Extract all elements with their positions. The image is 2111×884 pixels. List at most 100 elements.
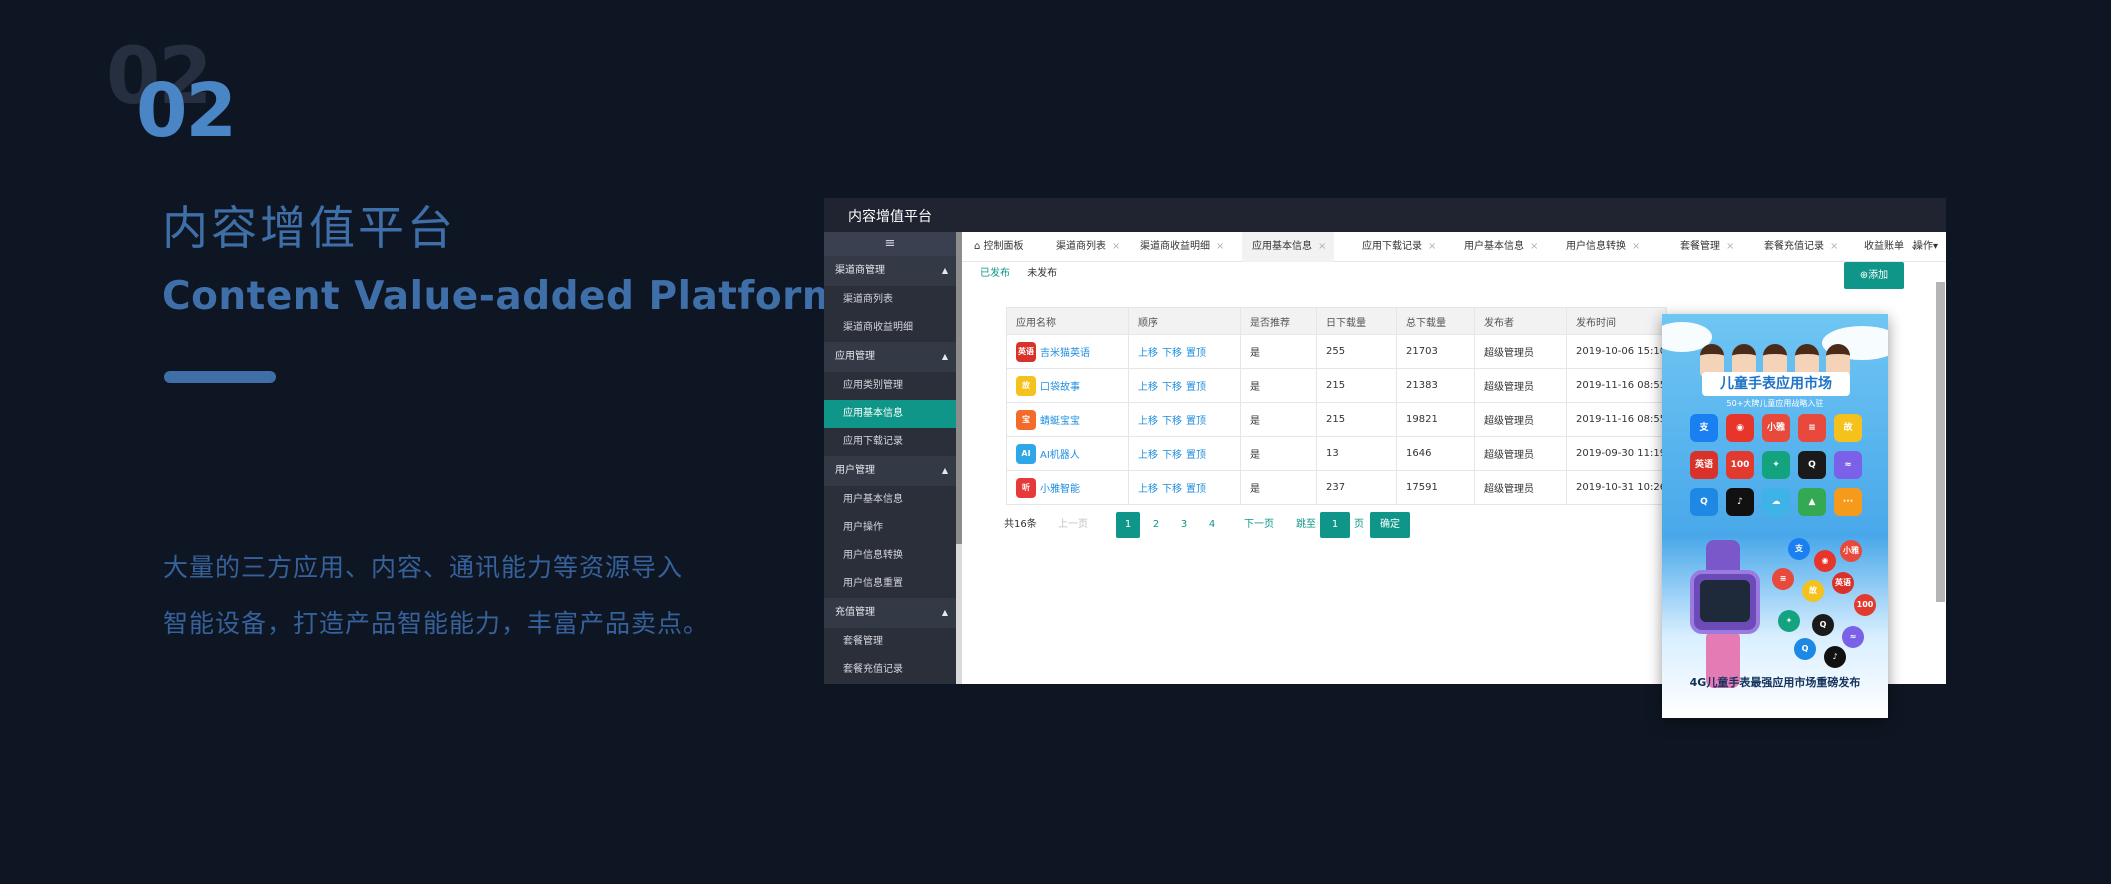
pin-top-link[interactable]: 置顶 xyxy=(1186,484,1206,495)
sidebar-item[interactable]: 应用类别管理 xyxy=(824,372,956,400)
move-down-link[interactable]: 下移 xyxy=(1162,348,1182,359)
close-icon[interactable]: × xyxy=(1726,241,1734,252)
content-scrollbar-thumb[interactable] xyxy=(1936,282,1945,602)
sidebar-item[interactable]: 套餐管理 xyxy=(824,628,956,656)
pin-top-link[interactable]: 置顶 xyxy=(1186,450,1206,461)
move-down-link[interactable]: 下移 xyxy=(1162,450,1182,461)
cell-time: 2019-10-06 15:10 xyxy=(1565,334,1668,369)
close-icon[interactable]: × xyxy=(1112,241,1120,252)
close-icon[interactable]: × xyxy=(1530,241,1538,252)
move-down-link[interactable]: 下移 xyxy=(1162,484,1182,495)
app-name-text: AI机器人 xyxy=(1040,450,1080,461)
page-2[interactable]: 2 xyxy=(1144,512,1168,538)
close-icon[interactable]: × xyxy=(1830,241,1838,252)
operation-menu[interactable]: 操作▾ xyxy=(1913,232,1938,262)
app-name-text: 小雅智能 xyxy=(1040,484,1080,495)
app-name-link[interactable]: AI AI机器人 xyxy=(1016,443,1080,464)
app-name-cell: 英语 吉米猫英语 xyxy=(1006,334,1129,369)
subtab-unpublished[interactable]: 未发布 xyxy=(1027,268,1057,279)
section-number: 02 02 xyxy=(106,38,266,158)
menu-toggle-button[interactable]: ≡ xyxy=(824,232,956,256)
pin-top-link[interactable]: 置顶 xyxy=(1186,416,1206,427)
tab-item[interactable]: 应用下载记录 × xyxy=(1362,232,1436,262)
table-row: AI AI机器人 上移 下移 置顶是 13 1646 超级管理员 2019-09-30 11:1… xyxy=(1006,436,1668,471)
page-4[interactable]: 4 xyxy=(1200,512,1224,538)
subtab-published[interactable]: 已发布 xyxy=(980,268,1010,279)
pin-top-link[interactable]: 置顶 xyxy=(1186,348,1206,359)
table-header-cell: 发布时间 xyxy=(1565,307,1668,335)
ribbon-app-badge: Q xyxy=(1794,638,1816,660)
pin-top-link[interactable]: 置顶 xyxy=(1186,382,1206,393)
title-accent-bar xyxy=(164,371,276,383)
close-icon[interactable]: × xyxy=(1216,241,1224,252)
ribbon-app-badge: ≡ xyxy=(1772,568,1794,590)
close-icon[interactable]: × xyxy=(1428,241,1436,252)
table-header-row: 应用名称 顺序 是否推荐 日下载量 总下载量 发布者 发布时间 xyxy=(1006,307,1668,335)
app-name-link[interactable]: 故口袋故事 xyxy=(1016,375,1080,396)
tab-item[interactable]: 渠道商收益明细 × xyxy=(1140,232,1224,262)
cell-total: 21703 xyxy=(1396,334,1475,369)
sidebar-group-0[interactable]: 渠道商管理 ▲ xyxy=(824,256,956,286)
close-icon[interactable]: × xyxy=(1318,241,1326,252)
sidebar-item[interactable]: 套餐充值记录 xyxy=(824,656,956,684)
pagination-prev[interactable]: 上一页 xyxy=(1058,512,1088,538)
ribbon-app-badge: Q xyxy=(1812,614,1834,636)
close-icon[interactable]: × xyxy=(1632,241,1640,252)
ribbon-app-badge: ♪ xyxy=(1824,646,1846,668)
app-grid-icon: 100 xyxy=(1726,451,1754,479)
sidebar-item[interactable]: 用户信息重置 xyxy=(824,570,956,598)
cell-time: 2019-11-16 08:55 xyxy=(1565,368,1668,403)
move-up-link[interactable]: 上移 xyxy=(1138,348,1158,359)
sidebar-item[interactable]: 渠道商收益明细 xyxy=(824,314,956,342)
app-name-link[interactable]: 听小雅智能 xyxy=(1016,477,1080,498)
ribbon-app-badge: 英语 xyxy=(1832,572,1854,594)
sidebar-group-3[interactable]: 充值管理 ▲ xyxy=(824,598,956,628)
cell-publisher: 超级管理员 xyxy=(1474,402,1567,437)
title-chinese: 内容增值平台 xyxy=(162,201,456,255)
move-up-link[interactable]: 上移 xyxy=(1138,484,1158,495)
app-name-link[interactable]: 宝蜻蜓宝宝 xyxy=(1016,409,1080,430)
tab-item[interactable]: ⌂ 控制面板 xyxy=(974,232,1024,262)
sidebar-item[interactable]: 应用基本信息 xyxy=(824,400,956,428)
tab-item[interactable]: 收益账单 ⌄ xyxy=(1864,232,1918,262)
sidebar-group-1[interactable]: 应用管理 ▲ xyxy=(824,342,956,372)
pagination-confirm-button[interactable]: 确定 xyxy=(1370,512,1410,538)
add-button[interactable]: ⊕添加 xyxy=(1844,262,1904,289)
sidebar-groups: 渠道商管理 ▲ 渠道商列表 渠道商收益明细 应用管理 ▲ 应用类别管理 应用基本信息 应用下载记… xyxy=(824,256,956,684)
order-ops-cell: 上移 下移 置顶 xyxy=(1128,402,1241,437)
app-icon: 英语 xyxy=(1016,341,1036,362)
promo-app-grid: 支 ◉ 小雅 ≡ 故英语 100 ✦ Q ≈ Q ♪ ☁ ▲ ··· xyxy=(1690,414,1862,516)
page-1[interactable]: 1 xyxy=(1116,512,1140,538)
tab-item[interactable]: 套餐充值记录 × xyxy=(1764,232,1838,262)
pagination-goto-input[interactable]: 1 xyxy=(1320,512,1350,538)
move-up-link[interactable]: 上移 xyxy=(1138,416,1158,427)
content-scrollbar[interactable] xyxy=(1934,262,1946,662)
table-row: 宝蜻蜓宝宝 上移 下移 置顶是 215 19821 超级管理员 2019-11-16 08:5… xyxy=(1006,402,1668,437)
app-grid-icon: ≈ xyxy=(1834,451,1862,479)
tab-item[interactable]: 应用基本信息 × xyxy=(1242,232,1335,262)
sidebar-group-2[interactable]: 用户管理 ▲ xyxy=(824,456,956,486)
table-header-cell: 应用名称 xyxy=(1006,307,1129,335)
app-grid-icon: Q xyxy=(1798,451,1826,479)
page-3[interactable]: 3 xyxy=(1172,512,1196,538)
cell-daily: 215 xyxy=(1316,368,1397,403)
tab-label: 收益账单 xyxy=(1864,241,1904,252)
tab-item[interactable]: 渠道商列表 × xyxy=(1056,232,1120,262)
app-name-link[interactable]: 英语 吉米猫英语 xyxy=(1016,341,1090,362)
sidebar-item[interactable]: 渠道商列表 xyxy=(824,286,956,314)
sidebar-item[interactable]: 用户基本信息 xyxy=(824,486,956,514)
tab-item[interactable]: 用户基本信息 × xyxy=(1464,232,1538,262)
ribbon-app-badge: ◉ xyxy=(1814,550,1836,572)
move-up-link[interactable]: 上移 xyxy=(1138,382,1158,393)
sidebar-item[interactable]: 用户信息转换 xyxy=(824,542,956,570)
move-up-link[interactable]: 上移 xyxy=(1138,450,1158,461)
sidebar-item[interactable]: 应用下载记录 xyxy=(824,428,956,456)
description: 大量的三方应用、内容、通讯能力等资源导入 智能设备，打造产品智能能力，丰富产品卖… xyxy=(163,540,709,652)
move-down-link[interactable]: 下移 xyxy=(1162,416,1182,427)
move-down-link[interactable]: 下移 xyxy=(1162,382,1182,393)
tab-label: 应用下载记录 xyxy=(1362,241,1422,252)
sidebar-item[interactable]: 用户操作 xyxy=(824,514,956,542)
tab-item[interactable]: 用户信息转换 × xyxy=(1566,232,1640,262)
pagination-next[interactable]: 下一页 xyxy=(1244,512,1274,538)
tab-item[interactable]: 套餐管理 × xyxy=(1680,232,1734,262)
